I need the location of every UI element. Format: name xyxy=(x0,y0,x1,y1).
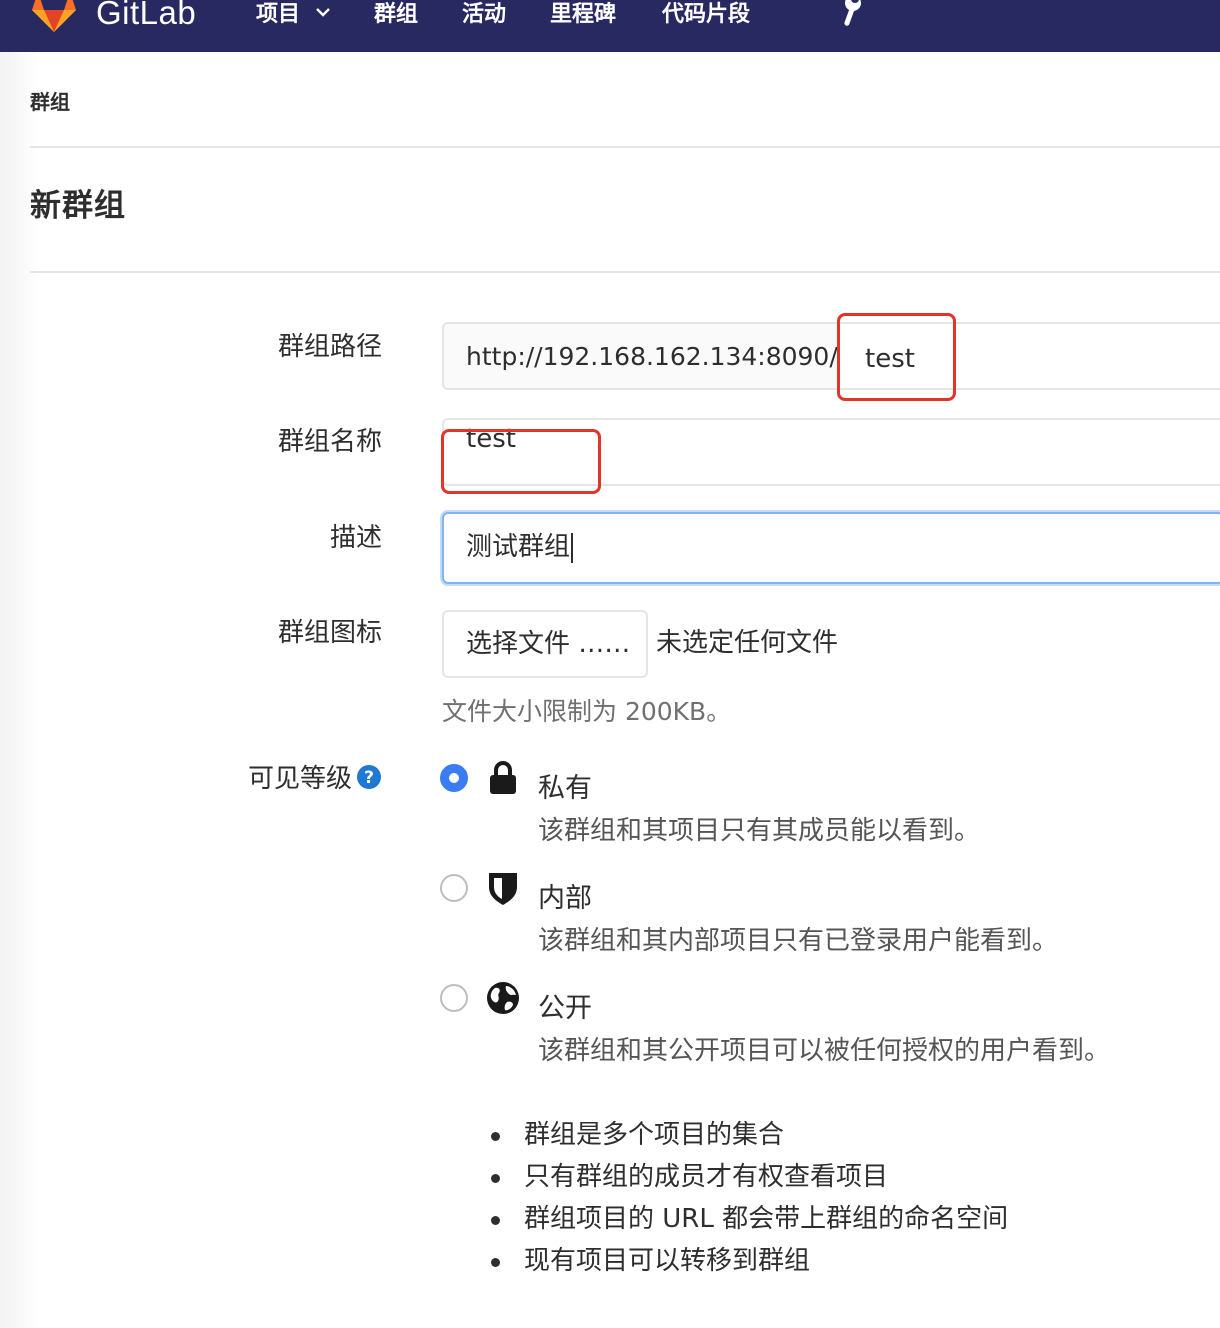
svg-text:?: ? xyxy=(364,768,374,788)
group-info-list: 群组是多个项目的集合 只有群组的成员才有权查看项目 群组项目的 URL 都会带上… xyxy=(488,1114,1008,1282)
group-name-input[interactable]: test xyxy=(442,418,1220,486)
nav-item-groups[interactable]: 群组 xyxy=(374,0,418,28)
group-name-value: test xyxy=(466,424,516,454)
brand-name[interactable]: GitLab xyxy=(96,0,196,32)
visibility-internal-radio[interactable] xyxy=(440,874,468,902)
divider xyxy=(30,146,1220,148)
lock-icon xyxy=(490,761,516,794)
visibility-private-title: 私有 xyxy=(538,773,592,804)
nav-item-projects[interactable]: 项目 xyxy=(256,0,300,28)
question-circle-icon[interactable]: ? xyxy=(356,764,382,790)
group-path-label: 群组路径 xyxy=(277,332,382,362)
choose-file-button[interactable]: 选择文件 …… xyxy=(442,610,648,678)
visibility-internal-title: 内部 xyxy=(538,883,592,914)
group-path-input[interactable]: test xyxy=(838,322,1220,390)
breadcrumb[interactable]: 群组 xyxy=(30,86,70,115)
file-status: 未选定任何文件 xyxy=(656,628,839,658)
left-edge-shadow xyxy=(0,52,40,1328)
globe-icon xyxy=(487,982,519,1014)
visibility-public-radio[interactable] xyxy=(440,984,468,1012)
description-label: 描述 xyxy=(329,523,382,553)
page-title: 新群组 xyxy=(30,188,126,224)
nav-item-snippets[interactable]: 代码片段 xyxy=(662,0,750,28)
text-cursor xyxy=(571,532,574,563)
list-item: 群组是多个项目的集合 xyxy=(488,1114,1008,1156)
group-name-label: 群组名称 xyxy=(277,427,382,457)
visibility-label-text: 可见等级 xyxy=(247,764,352,794)
gitlab-tanuki-icon[interactable] xyxy=(28,0,80,34)
file-size-help: 文件大小限制为 200KB。 xyxy=(442,697,732,726)
visibility-private-radio[interactable] xyxy=(440,764,468,792)
nav-item-milestones[interactable]: 里程碑 xyxy=(550,0,616,28)
group-path-prefix: http://192.168.162.134:8090/ xyxy=(442,322,840,390)
chevron-down-icon[interactable] xyxy=(315,6,331,18)
visibility-internal-description: 该群组和其内部项目只有已登录用户能看到。 xyxy=(538,926,1059,956)
list-item: 现有项目可以转移到群组 xyxy=(488,1240,1008,1282)
visibility-public-title: 公开 xyxy=(538,993,592,1024)
nav-item-activity[interactable]: 活动 xyxy=(462,0,506,28)
top-navbar: GitLab 项目 群组 活动 里程碑 代码片段 xyxy=(0,0,1220,52)
list-item: 只有群组的成员才有权查看项目 xyxy=(488,1156,1008,1198)
divider xyxy=(30,271,1220,273)
shield-icon xyxy=(489,873,517,905)
description-input[interactable]: 测试群组 xyxy=(442,512,1220,584)
visibility-label: 可见等级 ? xyxy=(30,758,382,795)
visibility-private-description: 该群组和其项目只有其成员能以看到。 xyxy=(538,816,981,846)
visibility-public-description: 该群组和其公开项目可以被任何授权的用户看到。 xyxy=(538,1036,1111,1066)
description-value: 测试群组 xyxy=(466,532,571,562)
wrench-icon[interactable] xyxy=(836,0,862,28)
group-avatar-label: 群组图标 xyxy=(277,618,382,648)
list-item: 群组项目的 URL 都会带上群组的命名空间 xyxy=(488,1198,1008,1240)
